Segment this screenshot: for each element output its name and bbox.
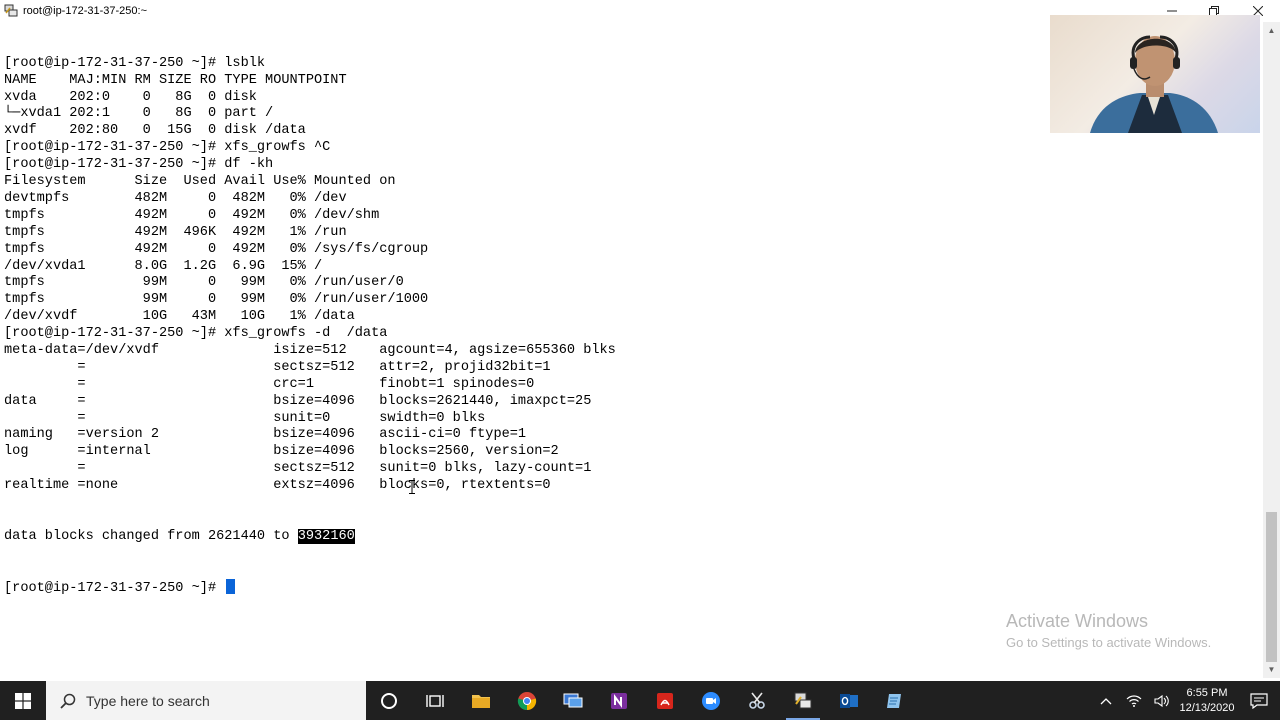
terminal-line: = sectsz=512 attr=2, projid32bit=1 [4, 359, 551, 375]
shell-prompt: [root@ip-172-31-37-250 ~]# [4, 581, 225, 597]
scroll-down-icon[interactable]: ▼ [1263, 661, 1280, 678]
terminal-line: tmpfs 492M 496K 492M 1% /run [4, 224, 347, 240]
remote-desktop-icon[interactable] [550, 681, 596, 720]
clock-date: 12/13/2020 [1179, 701, 1235, 714]
terminal-line: tmpfs 99M 0 99M 0% /run/user/1000 [4, 292, 429, 308]
snipping-tool-icon[interactable] [734, 681, 780, 720]
notification-center-icon[interactable] [1238, 681, 1280, 720]
terminal-line: tmpfs 492M 0 492M 0% /sys/fs/cgroup [4, 241, 429, 257]
file-explorer-icon[interactable] [458, 681, 504, 720]
clock-time: 6:55 PM [1186, 686, 1228, 699]
terminal-line: devtmpfs 482M 0 482M 0% /dev [4, 190, 347, 206]
wifi-icon[interactable] [1120, 681, 1148, 720]
terminal-scrollbar[interactable]: ▲ ▼ [1263, 22, 1280, 678]
scroll-up-icon[interactable]: ▲ [1263, 22, 1280, 39]
terminal-line: = sunit=0 swidth=0 blks [4, 410, 486, 426]
prompt-line[interactable]: [root@ip-172-31-37-250 ~]# [4, 579, 1264, 596]
terminal-line: tmpfs 492M 0 492M 0% /dev/shm [4, 207, 380, 223]
ibeam-cursor-icon [409, 480, 415, 494]
terminal-line: /dev/xvdf 10G 43M 10G 1% /data [4, 309, 355, 325]
watermark-subtitle: Go to Settings to activate Windows. [1006, 635, 1212, 650]
search-placeholder: Type here to search [86, 692, 210, 709]
terminal-line: realtime =none extsz=4096 blocks=0, rtex… [4, 478, 551, 494]
task-view-icon[interactable] [412, 681, 458, 720]
chrome-icon[interactable] [504, 681, 550, 720]
taskbar: Type here to search 6:55 PM 12/13/2020 [0, 681, 1280, 720]
terminal-line: [root@ip-172-31-37-250 ~]# xfs_growfs ^C [4, 140, 331, 156]
system-tray: 6:55 PM 12/13/2020 [1092, 681, 1280, 720]
terminal-line: Filesystem Size Used Avail Use% Mounted … [4, 174, 396, 190]
outlook-icon[interactable] [826, 681, 872, 720]
text-cursor [226, 579, 236, 595]
terminal-line: [root@ip-172-31-37-250 ~]# xfs_growfs -d… [4, 326, 388, 342]
watermark-title: Activate Windows [1006, 611, 1149, 631]
volume-icon[interactable] [1148, 681, 1176, 720]
webcam-overlay [1050, 15, 1260, 133]
scroll-thumb[interactable] [1266, 512, 1277, 662]
terminal-line: tmpfs 99M 0 99M 0% /run/user/0 [4, 275, 404, 291]
putty-taskbar-icon[interactable] [780, 681, 826, 720]
taskbar-search-box[interactable]: Type here to search [46, 681, 366, 720]
terminal-line: /dev/xvda1 8.0G 1.2G 6.9G 15% / [4, 258, 323, 274]
start-button[interactable] [0, 681, 46, 720]
putty-icon [3, 3, 19, 19]
acrobat-icon[interactable] [642, 681, 688, 720]
result-line: data blocks changed from 2621440 to 3932… [4, 528, 1264, 546]
cortana-icon[interactable] [366, 681, 412, 720]
result-text: data blocks changed from 2621440 to [4, 528, 298, 544]
terminal-line: log =internal bsize=4096 blocks=2560, ve… [4, 444, 559, 460]
notepad-icon[interactable] [872, 681, 918, 720]
windows-logo-icon [15, 692, 31, 709]
terminal-line: meta-data=/dev/xvdf isize=512 agcount=4,… [4, 342, 616, 358]
activate-windows-watermark: Activate Windows Go to Settings to activ… [1006, 611, 1211, 650]
terminal-line: = sectsz=512 sunit=0 blks, lazy-count=1 [4, 461, 592, 477]
search-icon [60, 693, 76, 709]
taskbar-clock[interactable]: 6:55 PM 12/13/2020 [1176, 686, 1238, 716]
zoom-icon[interactable] [688, 681, 734, 720]
terminal-line: [root@ip-172-31-37-250 ~]# df -kh [4, 157, 274, 173]
terminal-line: naming =version 2 bsize=4096 ascii-ci=0 … [4, 427, 527, 443]
window-title: root@ip-172-31-37-250:~ [23, 5, 147, 17]
onenote-icon[interactable] [596, 681, 642, 720]
terminal-line: = crc=1 finobt=1 spinodes=0 [4, 376, 535, 392]
selected-text[interactable]: 3932160 [297, 528, 355, 544]
terminal-line: data = bsize=4096 blocks=2621440, imaxpc… [4, 393, 592, 409]
chevron-up-icon[interactable] [1092, 681, 1120, 720]
